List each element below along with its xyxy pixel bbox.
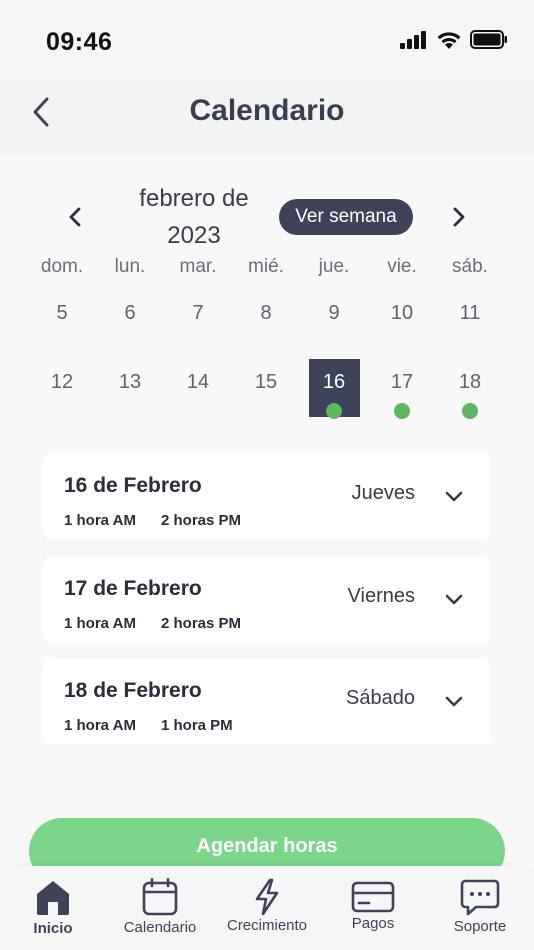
chevron-down-icon[interactable] — [445, 487, 463, 505]
event-dot — [462, 403, 478, 419]
calendar-icon — [142, 878, 178, 916]
previous-month-button[interactable] — [60, 202, 90, 232]
event-dot — [394, 403, 410, 419]
page-title: Calendario — [189, 94, 345, 127]
tab-label: Soporte — [453, 918, 507, 935]
month-navigation: febrero de 2023 Ver semana — [0, 180, 534, 250]
day-number: 10 — [390, 302, 414, 324]
day-number: 7 — [192, 302, 204, 324]
booking-weekday: Viernes — [347, 585, 415, 607]
tab-calendario[interactable]: Calendario — [110, 876, 210, 946]
calendar-day[interactable]: 10 — [368, 290, 436, 348]
home-icon — [37, 881, 69, 915]
booking-slot-pm: 1 hora PM — [161, 717, 233, 734]
weekday-label: vie. — [387, 256, 417, 277]
calendar-day[interactable]: 8 — [232, 290, 300, 348]
month-label: febrero de 2023 — [139, 185, 249, 249]
day-number: 9 — [328, 302, 340, 324]
calendar-day[interactable]: 15 — [232, 359, 300, 417]
tab-crecimiento[interactable]: Crecimiento — [217, 876, 317, 946]
calendar-day[interactable]: 14 — [164, 359, 232, 417]
wifi-icon — [437, 32, 461, 49]
weekday-label: sáb. — [452, 256, 488, 277]
next-month-button[interactable] — [444, 202, 474, 232]
day-number: 12 — [50, 371, 74, 393]
calendar-day[interactable]: 11 — [436, 290, 504, 348]
booking-slot-pm: 2 horas PM — [161, 615, 242, 632]
day-number: 11 — [459, 302, 481, 324]
weekday-label: mar. — [179, 256, 217, 277]
bottom-tab-bar: Inicio Calendario Crecimiento Pagos Sopo… — [0, 866, 534, 950]
booking-card[interactable]: 17 de Febrero 1 hora AM 2 horas PM Viern… — [43, 556, 491, 643]
calendar-week: 12 13 14 15 16 17 18 — [28, 359, 504, 419]
day-number: 5 — [56, 302, 68, 324]
day-number: 14 — [186, 371, 210, 393]
weekday-label: jue. — [318, 256, 350, 277]
booking-slot-am: 1 hora AM — [64, 717, 136, 734]
tab-label: Pagos — [351, 915, 395, 932]
calendar-day[interactable]: 18 — [436, 359, 504, 419]
status-time: 09:46 — [46, 28, 113, 56]
status-icons — [400, 30, 508, 49]
calendar-day[interactable]: 13 — [96, 359, 164, 417]
calendar-day-selected[interactable]: 16 — [300, 359, 368, 419]
chevron-down-icon[interactable] — [445, 590, 463, 608]
day-number: 16 — [322, 371, 346, 393]
booking-slot-pm: 2 horas PM — [161, 512, 242, 529]
booking-date: 18 de Febrero — [64, 679, 202, 702]
calendar-day[interactable]: 5 — [28, 290, 96, 348]
status-bar: 09:46 — [0, 0, 534, 80]
calendar-day[interactable]: 7 — [164, 290, 232, 348]
calendar-day[interactable]: 6 — [96, 290, 164, 348]
calendar-day[interactable]: 9 — [300, 290, 368, 348]
chevron-down-icon[interactable] — [445, 692, 463, 710]
tab-pagos[interactable]: Pagos — [323, 876, 423, 946]
booking-slot-am: 1 hora AM — [64, 615, 136, 632]
chevron-right-icon — [453, 207, 465, 227]
view-week-button[interactable]: Ver semana — [279, 199, 413, 235]
lightning-icon — [255, 878, 279, 916]
booking-weekday: Sábado — [346, 687, 415, 709]
header: Calendario — [0, 80, 534, 153]
day-number: 8 — [260, 302, 272, 324]
weekday-label: mié. — [248, 256, 284, 277]
booking-card[interactable]: 16 de Febrero 1 hora AM 2 horas PM Jueve… — [43, 453, 491, 540]
day-number: 13 — [118, 371, 142, 393]
chat-icon — [460, 879, 500, 916]
booking-slot-am: 1 hora AM — [64, 512, 136, 529]
tab-label: Crecimiento — [226, 917, 308, 934]
calendar-day[interactable]: 17 — [368, 359, 436, 419]
booking-date: 16 de Febrero — [64, 474, 202, 497]
day-number: 17 — [390, 371, 414, 393]
calendar-day[interactable]: 12 — [28, 359, 96, 417]
booking-date: 17 de Febrero — [64, 577, 202, 600]
chevron-left-icon — [69, 207, 81, 227]
card-icon — [351, 881, 395, 913]
tab-soporte[interactable]: Soporte — [430, 876, 530, 946]
weekday-label: lun. — [114, 256, 146, 277]
booking-weekday: Jueves — [351, 482, 415, 504]
day-number: 6 — [124, 302, 136, 324]
tab-label: Inicio — [33, 920, 73, 937]
tab-inicio[interactable]: Inicio — [3, 876, 103, 946]
signal-icon — [400, 30, 426, 49]
booking-card[interactable]: 18 de Febrero 1 hora AM 1 hora PM Sábado — [43, 658, 491, 745]
weekday-header: dom. lun. mar. mié. jue. vie. sáb. — [28, 256, 504, 278]
calendar-week: 5 6 7 8 9 10 11 — [28, 290, 504, 348]
battery-icon — [470, 30, 507, 49]
event-dot — [326, 403, 342, 419]
day-number: 18 — [458, 371, 482, 393]
weekday-label: dom. — [40, 256, 84, 277]
day-number: 15 — [254, 371, 278, 393]
tab-label: Calendario — [123, 919, 197, 936]
